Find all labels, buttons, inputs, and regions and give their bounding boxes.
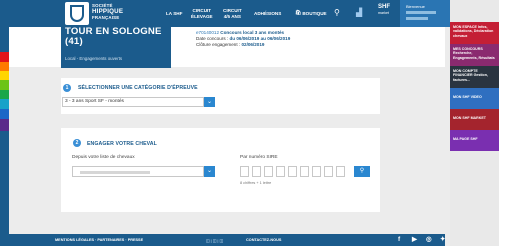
sidebar-mes-concours-label: MES CONCOURS Recherche, Engagements, Rés… [453, 47, 495, 60]
youtube-icon[interactable]: ▶ [412, 235, 417, 245]
closing-label: Clôture engagement : [196, 42, 241, 47]
search-icon[interactable]: ⚲ [334, 9, 340, 17]
strip-red [0, 52, 9, 62]
contest-title-line2: (41) [65, 36, 83, 47]
horse-list-label: Depuis votre liste de chevaux [72, 155, 135, 160]
category-select-toggle[interactable]: ⌄ [204, 97, 215, 107]
shf-logo[interactable] [65, 2, 89, 25]
footer: MENTIONS LÉGALES · PARTENAIRES · PRESSE … [9, 234, 445, 246]
sidebar-shf-market-label: MON SHF MARKET [453, 116, 486, 120]
cart-icon: 🛍 [295, 9, 302, 16]
sire-digit-3[interactable] [264, 166, 273, 177]
sire-digit-7[interactable] [312, 166, 321, 177]
logo-text[interactable]: SOCIÉTÉ HIPPIQUE FRANÇAISE [92, 3, 123, 21]
sire-digit-5[interactable] [288, 166, 297, 177]
contest-number-link[interactable]: e70140012 [196, 30, 219, 35]
contest-info: e70140012 Concours local 3 ans montés Da… [196, 30, 290, 48]
nav-boutique[interactable]: 🛍 BOUTIQUE [295, 0, 327, 27]
strip-yellow [0, 71, 9, 80]
horse-select[interactable] [72, 166, 204, 177]
footer-social-small: ◫ | ◫ | ◫ [206, 239, 224, 243]
contest-banner: TOUR EN SOLOGNE (41) Local - Engagements… [61, 27, 171, 68]
shf-market-sub: market [378, 11, 389, 15]
sidebar-mon-compte-label: MON COMPTE FINANCIER Gestion, factures..… [453, 69, 488, 82]
nav-adhesions-label: ADHÉSIONS [254, 10, 282, 16]
dates-value: du 06/06/2019 au 06/06/2019 [229, 36, 291, 41]
sire-digit-8[interactable] [324, 166, 333, 177]
step1-card [61, 78, 380, 114]
sire-digit-6[interactable] [300, 166, 309, 177]
logo-line3: FRANÇAISE [92, 15, 120, 21]
sire-digit-4[interactable] [276, 166, 285, 177]
user-account-block[interactable]: Bienvenue [400, 0, 454, 27]
nav-circuit-4-5-ans[interactable]: CIRCUIT 4/5 ANS [223, 0, 242, 27]
user-name-blur [406, 11, 436, 14]
closing-value: 02/06/2019 [241, 42, 265, 47]
right-sidebar: MON ESPACE Infos, validations, Déclarati… [450, 0, 499, 246]
facebook-icon[interactable]: f [398, 235, 400, 245]
user-label: Bienvenue [406, 4, 425, 9]
chart-icon[interactable]: ▟ [356, 9, 362, 17]
sidebar-shf-market[interactable]: MON SHF MARKET [450, 109, 499, 130]
strip-green [0, 80, 9, 90]
nav-circuit-elevage[interactable]: CIRCUIT ÉLEVAGE [191, 0, 213, 27]
sidebar-mes-concours[interactable]: MES CONCOURS Recherche, Engagements, Rés… [450, 44, 499, 66]
sire-letter[interactable] [336, 166, 345, 177]
horse-name-blur [80, 171, 150, 174]
left-color-strip [0, 0, 9, 246]
nav-la-shf-label: LA SHF [166, 10, 183, 16]
contest-title: TOUR EN SOLOGNE (41) [65, 27, 162, 47]
step2-number: 2 [73, 139, 81, 147]
search-icon: ⚲ [359, 168, 365, 174]
sidebar-shf-video[interactable]: MON SHF VIDEO [450, 88, 499, 109]
sidebar-mon-espace[interactable]: MON ESPACE Infos, validations, Déclarati… [450, 22, 499, 44]
shield-icon [70, 5, 84, 22]
page: { "colors": { "brand_blue": "#1b5b8c", "… [0, 0, 509, 246]
sidebar-ma-page-label: MA PAGE SHF [453, 137, 478, 141]
logo-line2: HIPPIQUE [92, 8, 124, 16]
sire-hint: 8 chiffres + 1 lettre [240, 181, 272, 185]
sire-digit-1[interactable] [240, 166, 249, 177]
sidebar-mon-compte[interactable]: MON COMPTE FINANCIER Gestion, factures..… [450, 66, 499, 88]
sire-search-button[interactable]: ⚲ [354, 166, 370, 177]
strip-orange [0, 62, 9, 71]
category-select[interactable]: 3 - 3 ans Sport SF - montés [62, 97, 204, 107]
twitter-icon[interactable]: ✦ [440, 235, 445, 245]
footer-contact[interactable]: CONTACTEZ-NOUS [246, 238, 281, 242]
shf-market-link[interactable]: SHF market [378, 4, 390, 16]
right-gutter [499, 0, 509, 246]
strip-darkgreen [0, 90, 9, 99]
footer-links[interactable]: MENTIONS LÉGALES · PARTENAIRES · PRESSE [55, 238, 143, 242]
top-navigation: SOCIÉTÉ HIPPIQUE FRANÇAISE LA SHF CIRCUI… [9, 0, 454, 27]
chevron-down-icon: ⌄ [206, 168, 213, 174]
nav-adhesions[interactable]: ADHÉSIONS [254, 0, 281, 27]
nav-circuit-4-5-line1: CIRCUIT [223, 8, 242, 14]
nav-circuit-4-5-line2: 4/5 ANS [223, 13, 241, 19]
contest-type: Concours local 3 ans montés [220, 30, 285, 35]
strip-purple [0, 119, 9, 131]
user-id-blur [406, 17, 428, 20]
step1-title: SÉLECTIONNER UNE CATÉGORIE D'ÉPREUVE [78, 85, 198, 91]
sidebar-mon-espace-label: MON ESPACE Infos, validations, Déclarati… [453, 25, 494, 38]
strip-blue [0, 109, 9, 119]
contest-subtitle: Local - Engagements ouverts [65, 56, 123, 61]
horse-select-toggle[interactable]: ⌄ [204, 166, 215, 177]
nav-la-shf[interactable]: LA SHF [166, 0, 182, 27]
step2-title: ENGAGER VOTRE CHEVAL [87, 141, 157, 147]
sire-digit-2[interactable] [252, 166, 261, 177]
sidebar-ma-page[interactable]: MA PAGE SHF [450, 130, 499, 151]
sire-label: Par numéro SIRE [240, 155, 278, 160]
instagram-icon[interactable]: ◎ [426, 235, 432, 245]
nav-circuit-elevage-line1: CIRCUIT [192, 8, 212, 14]
step1-number: 1 [63, 84, 71, 92]
sidebar-shf-video-label: MON SHF VIDEO [453, 95, 482, 99]
nav-boutique-label: BOUTIQUE [302, 10, 327, 16]
dates-label: Date concours : [196, 36, 229, 41]
nav-circuit-elevage-line2: ÉLEVAGE [191, 13, 213, 19]
strip-cyan [0, 99, 9, 109]
chevron-down-icon: ⌄ [206, 99, 213, 105]
